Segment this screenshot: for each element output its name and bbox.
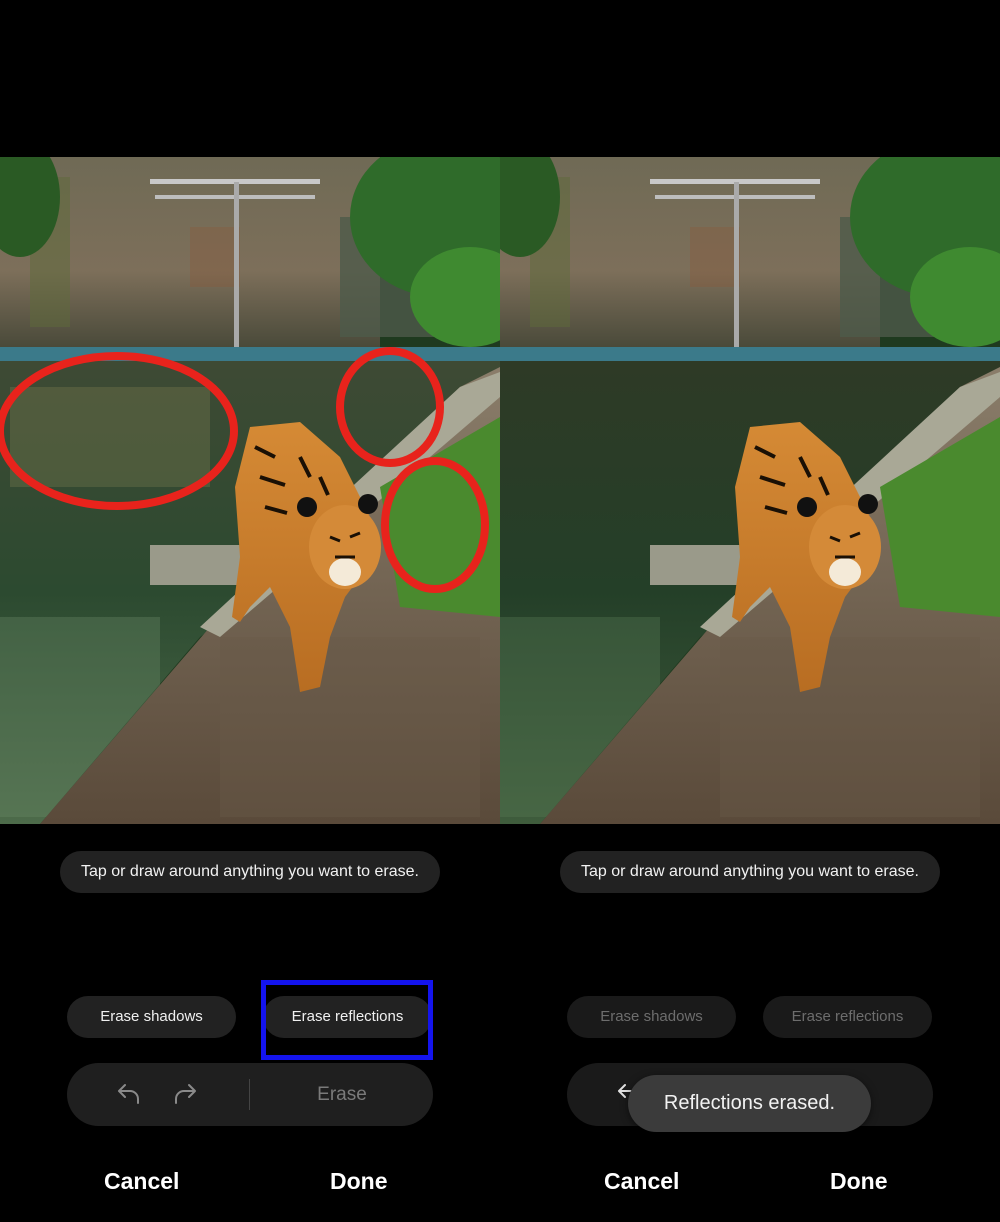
erase-hint: Tap or draw around anything you want to … <box>560 851 940 893</box>
cancel-button[interactable]: Cancel <box>604 1168 679 1195</box>
erase-button[interactable]: Erase <box>257 1063 427 1126</box>
right-screen: Tap or draw around anything you want to … <box>500 0 1000 1222</box>
toolbar-divider <box>249 1079 250 1110</box>
photo-canvas[interactable] <box>0 157 500 824</box>
erase-reflections-button[interactable]: Erase reflections <box>763 996 932 1038</box>
erase-hint: Tap or draw around anything you want to … <box>60 851 440 893</box>
edit-toolbar: Erase <box>67 1063 433 1126</box>
done-button[interactable]: Done <box>830 1168 888 1195</box>
tiger-photo-erased <box>500 157 1000 824</box>
erase-reflections-button[interactable]: Erase reflections <box>263 996 432 1038</box>
erase-shadows-button[interactable]: Erase shadows <box>567 996 736 1038</box>
photo-canvas[interactable] <box>500 157 1000 824</box>
erase-shadows-button[interactable]: Erase shadows <box>67 996 236 1038</box>
toast-message: Reflections erased. <box>628 1075 871 1132</box>
left-screen: Tap or draw around anything you want to … <box>0 0 500 1222</box>
cancel-button[interactable]: Cancel <box>104 1168 179 1195</box>
undo-icon[interactable] <box>113 1079 143 1109</box>
redo-icon[interactable] <box>171 1079 201 1109</box>
tiger-photo <box>0 157 500 824</box>
done-button[interactable]: Done <box>330 1168 388 1195</box>
